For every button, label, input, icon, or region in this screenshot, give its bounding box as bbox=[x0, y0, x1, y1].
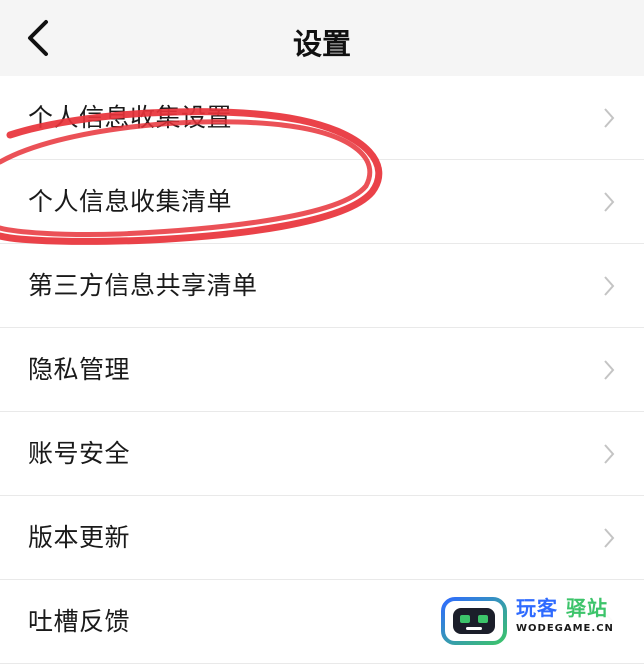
chevron-right-icon bbox=[604, 528, 615, 548]
settings-item-label: 个人信息收集设置 bbox=[28, 103, 233, 132]
watermark: 玩客 驿站 WODEGAME.CN bbox=[436, 590, 644, 650]
settings-item-personal-info-collection-list[interactable]: 个人信息收集清单 bbox=[0, 160, 644, 244]
settings-item-personal-info-collection-settings[interactable]: 个人信息收集设置 bbox=[0, 76, 644, 160]
watermark-domain: WODEGAME.CN bbox=[516, 623, 614, 634]
watermark-name-part2: 驿站 bbox=[566, 596, 608, 620]
settings-item-label: 第三方信息共享清单 bbox=[28, 271, 258, 300]
settings-item-third-party-sharing-list[interactable]: 第三方信息共享清单 bbox=[0, 244, 644, 328]
chevron-right-icon bbox=[604, 192, 615, 212]
chevron-right-icon bbox=[604, 360, 615, 380]
back-button[interactable] bbox=[18, 16, 62, 60]
settings-item-label: 账号安全 bbox=[28, 439, 131, 468]
app-header bbox=[0, 0, 644, 76]
robot-logo-icon bbox=[441, 597, 507, 645]
settings-item-label: 版本更新 bbox=[28, 523, 131, 552]
settings-item-privacy-management[interactable]: 隐私管理 bbox=[0, 328, 644, 412]
settings-item-version-update[interactable]: 版本更新 bbox=[0, 496, 644, 580]
watermark-site-name: 玩客 驿站 bbox=[516, 592, 608, 621]
settings-item-label: 吐槽反馈 bbox=[28, 607, 131, 636]
settings-item-account-security[interactable]: 账号安全 bbox=[0, 412, 644, 496]
chevron-left-icon bbox=[28, 20, 48, 56]
settings-item-label: 隐私管理 bbox=[28, 355, 131, 384]
chevron-right-icon bbox=[604, 444, 615, 464]
chevron-right-icon bbox=[604, 108, 615, 128]
settings-item-label: 个人信息收集清单 bbox=[28, 187, 233, 216]
chevron-right-icon bbox=[604, 276, 615, 296]
settings-list: 个人信息收集设置 个人信息收集清单 第三方信息共享清单 隐私管理 账号安全 版本… bbox=[0, 76, 644, 664]
watermark-name-part1: 玩客 bbox=[516, 596, 558, 620]
